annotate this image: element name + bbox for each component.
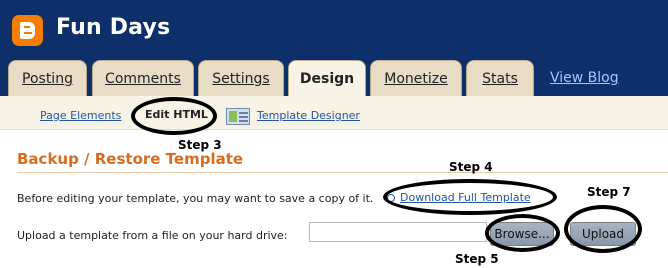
browse-highlight [485, 214, 560, 252]
section-divider [17, 172, 668, 173]
design-subnav: Page Elements Edit HTML Template Designe… [0, 96, 668, 130]
upload-highlight [564, 205, 642, 253]
blog-title[interactable]: Fun Days [56, 15, 170, 40]
backup-instructions: Before editing your template, you may wa… [17, 192, 374, 205]
tab-design[interactable]: Design [288, 60, 366, 98]
tab-posting[interactable]: Posting [8, 60, 87, 96]
tab-comments[interactable]: Comments [92, 60, 194, 96]
download-highlight [383, 179, 557, 215]
blogger-logo-icon[interactable] [12, 15, 43, 46]
edit-html-highlight [131, 97, 217, 135]
step-7-label: Step 7 [587, 185, 631, 199]
tab-settings[interactable]: Settings [198, 60, 284, 96]
tab-stats[interactable]: Stats [466, 60, 534, 96]
page-elements-link[interactable]: Page Elements [40, 109, 121, 122]
template-designer-link[interactable]: Template Designer [257, 109, 360, 122]
template-file-input[interactable] [309, 222, 487, 242]
section-title: Backup / Restore Template [17, 150, 244, 168]
step-4-label: Step 4 [449, 160, 493, 174]
upload-instructions: Upload a template from a file on your ha… [17, 229, 288, 242]
step-5-label: Step 5 [455, 252, 499, 266]
tab-monetize[interactable]: Monetize [370, 60, 462, 96]
template-designer-icon[interactable] [226, 108, 250, 125]
view-blog-link[interactable]: View Blog [550, 70, 619, 86]
